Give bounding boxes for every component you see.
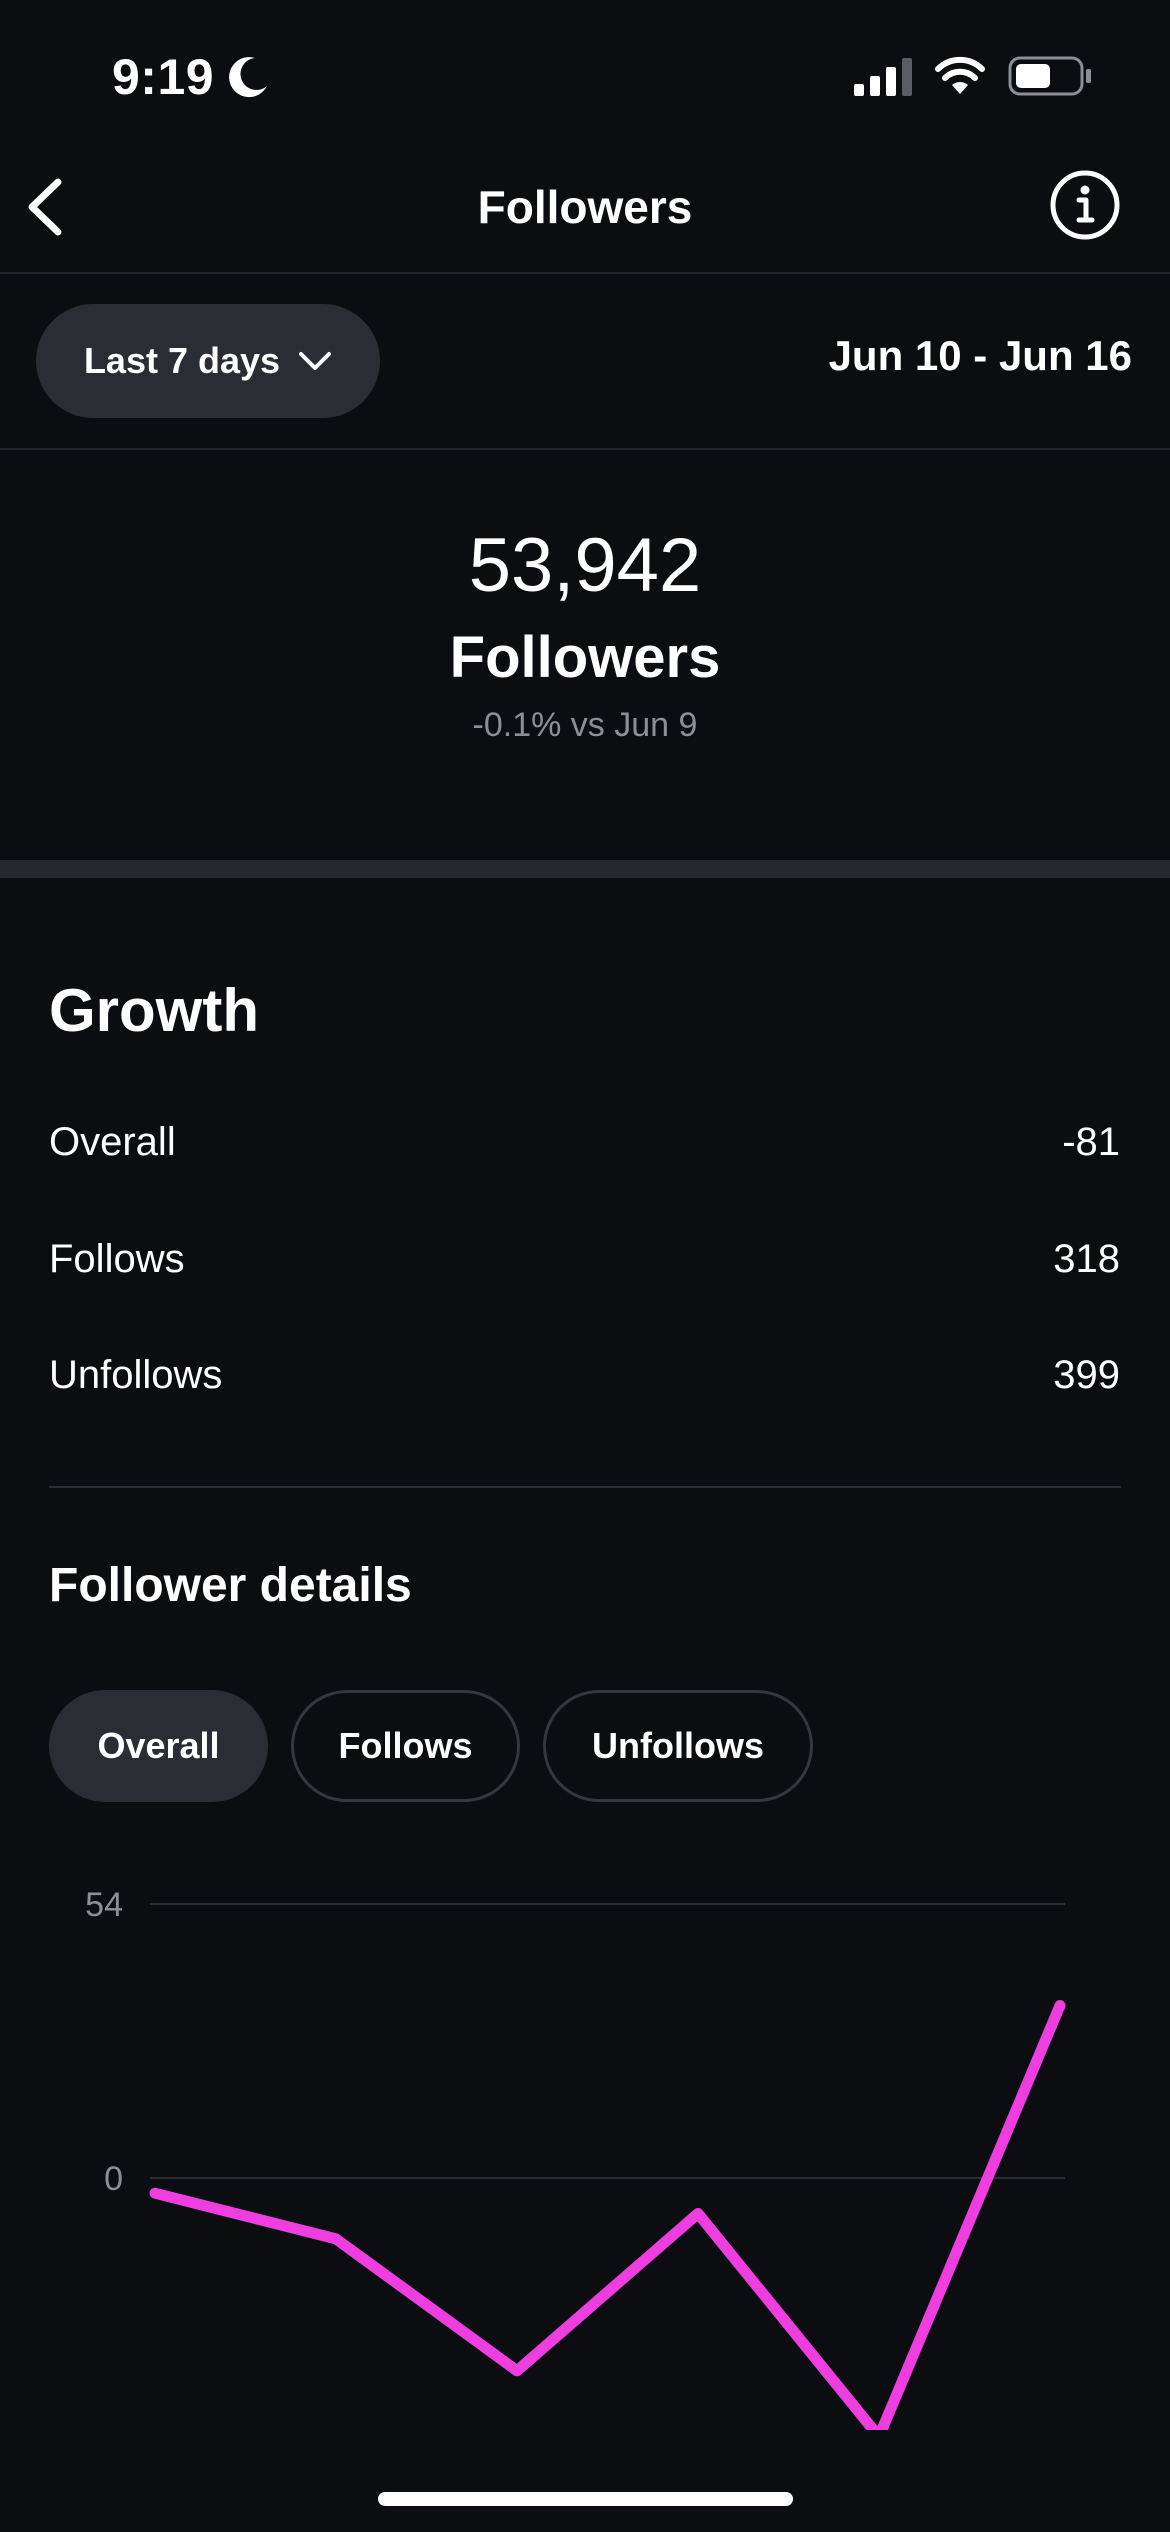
growth-row-unfollows-label: Unfollows [49, 1353, 223, 1397]
signal-icon [854, 58, 912, 96]
follower-details-chart: 54 0 [85, 1886, 1066, 2430]
date-range-dropdown[interactable]: Last 7 days [36, 304, 380, 418]
growth-divider [49, 1486, 1121, 1488]
growth-row-unfollows-value: 399 [1053, 1353, 1120, 1397]
chevron-down-icon [299, 352, 332, 370]
y-tick-label: 54 [85, 1886, 123, 1924]
follower-count: 53,942 [468, 523, 702, 608]
growth-row-overall-value: -81 [1062, 1120, 1120, 1164]
info-icon[interactable] [1048, 168, 1122, 242]
follower-count-label: Followers [449, 625, 721, 690]
follower-delta: -0.1% vs Jun 9 [472, 706, 698, 744]
home-indicator [378, 2492, 793, 2506]
range-divider [0, 448, 1170, 450]
status-time: 9:19 [112, 49, 215, 105]
growth-row-overall-label: Overall [49, 1120, 176, 1164]
wifi-icon [935, 56, 985, 94]
chart-series-line [149, 1999, 1066, 2430]
growth-title: Growth [49, 977, 259, 1044]
follower-details-title: Follower details [49, 1559, 412, 1612]
section-separator [0, 860, 1170, 878]
date-range-dropdown-label: Last 7 days [83, 340, 281, 381]
tab-follows[interactable]: Follows [291, 1690, 520, 1802]
battery-icon [1008, 56, 1091, 96]
date-range-text: Jun 10 - Jun 16 [828, 332, 1132, 379]
page-title: Followers [477, 181, 693, 233]
tab-unfollows[interactable]: Unfollows [543, 1690, 813, 1802]
tab-overall[interactable]: Overall [49, 1690, 268, 1802]
y-tick-label: 0 [104, 2160, 123, 2198]
growth-row-follows-value: 318 [1053, 1237, 1120, 1281]
header-divider [0, 272, 1170, 274]
growth-row-follows-label: Follows [49, 1237, 185, 1281]
moon-icon [229, 57, 267, 98]
